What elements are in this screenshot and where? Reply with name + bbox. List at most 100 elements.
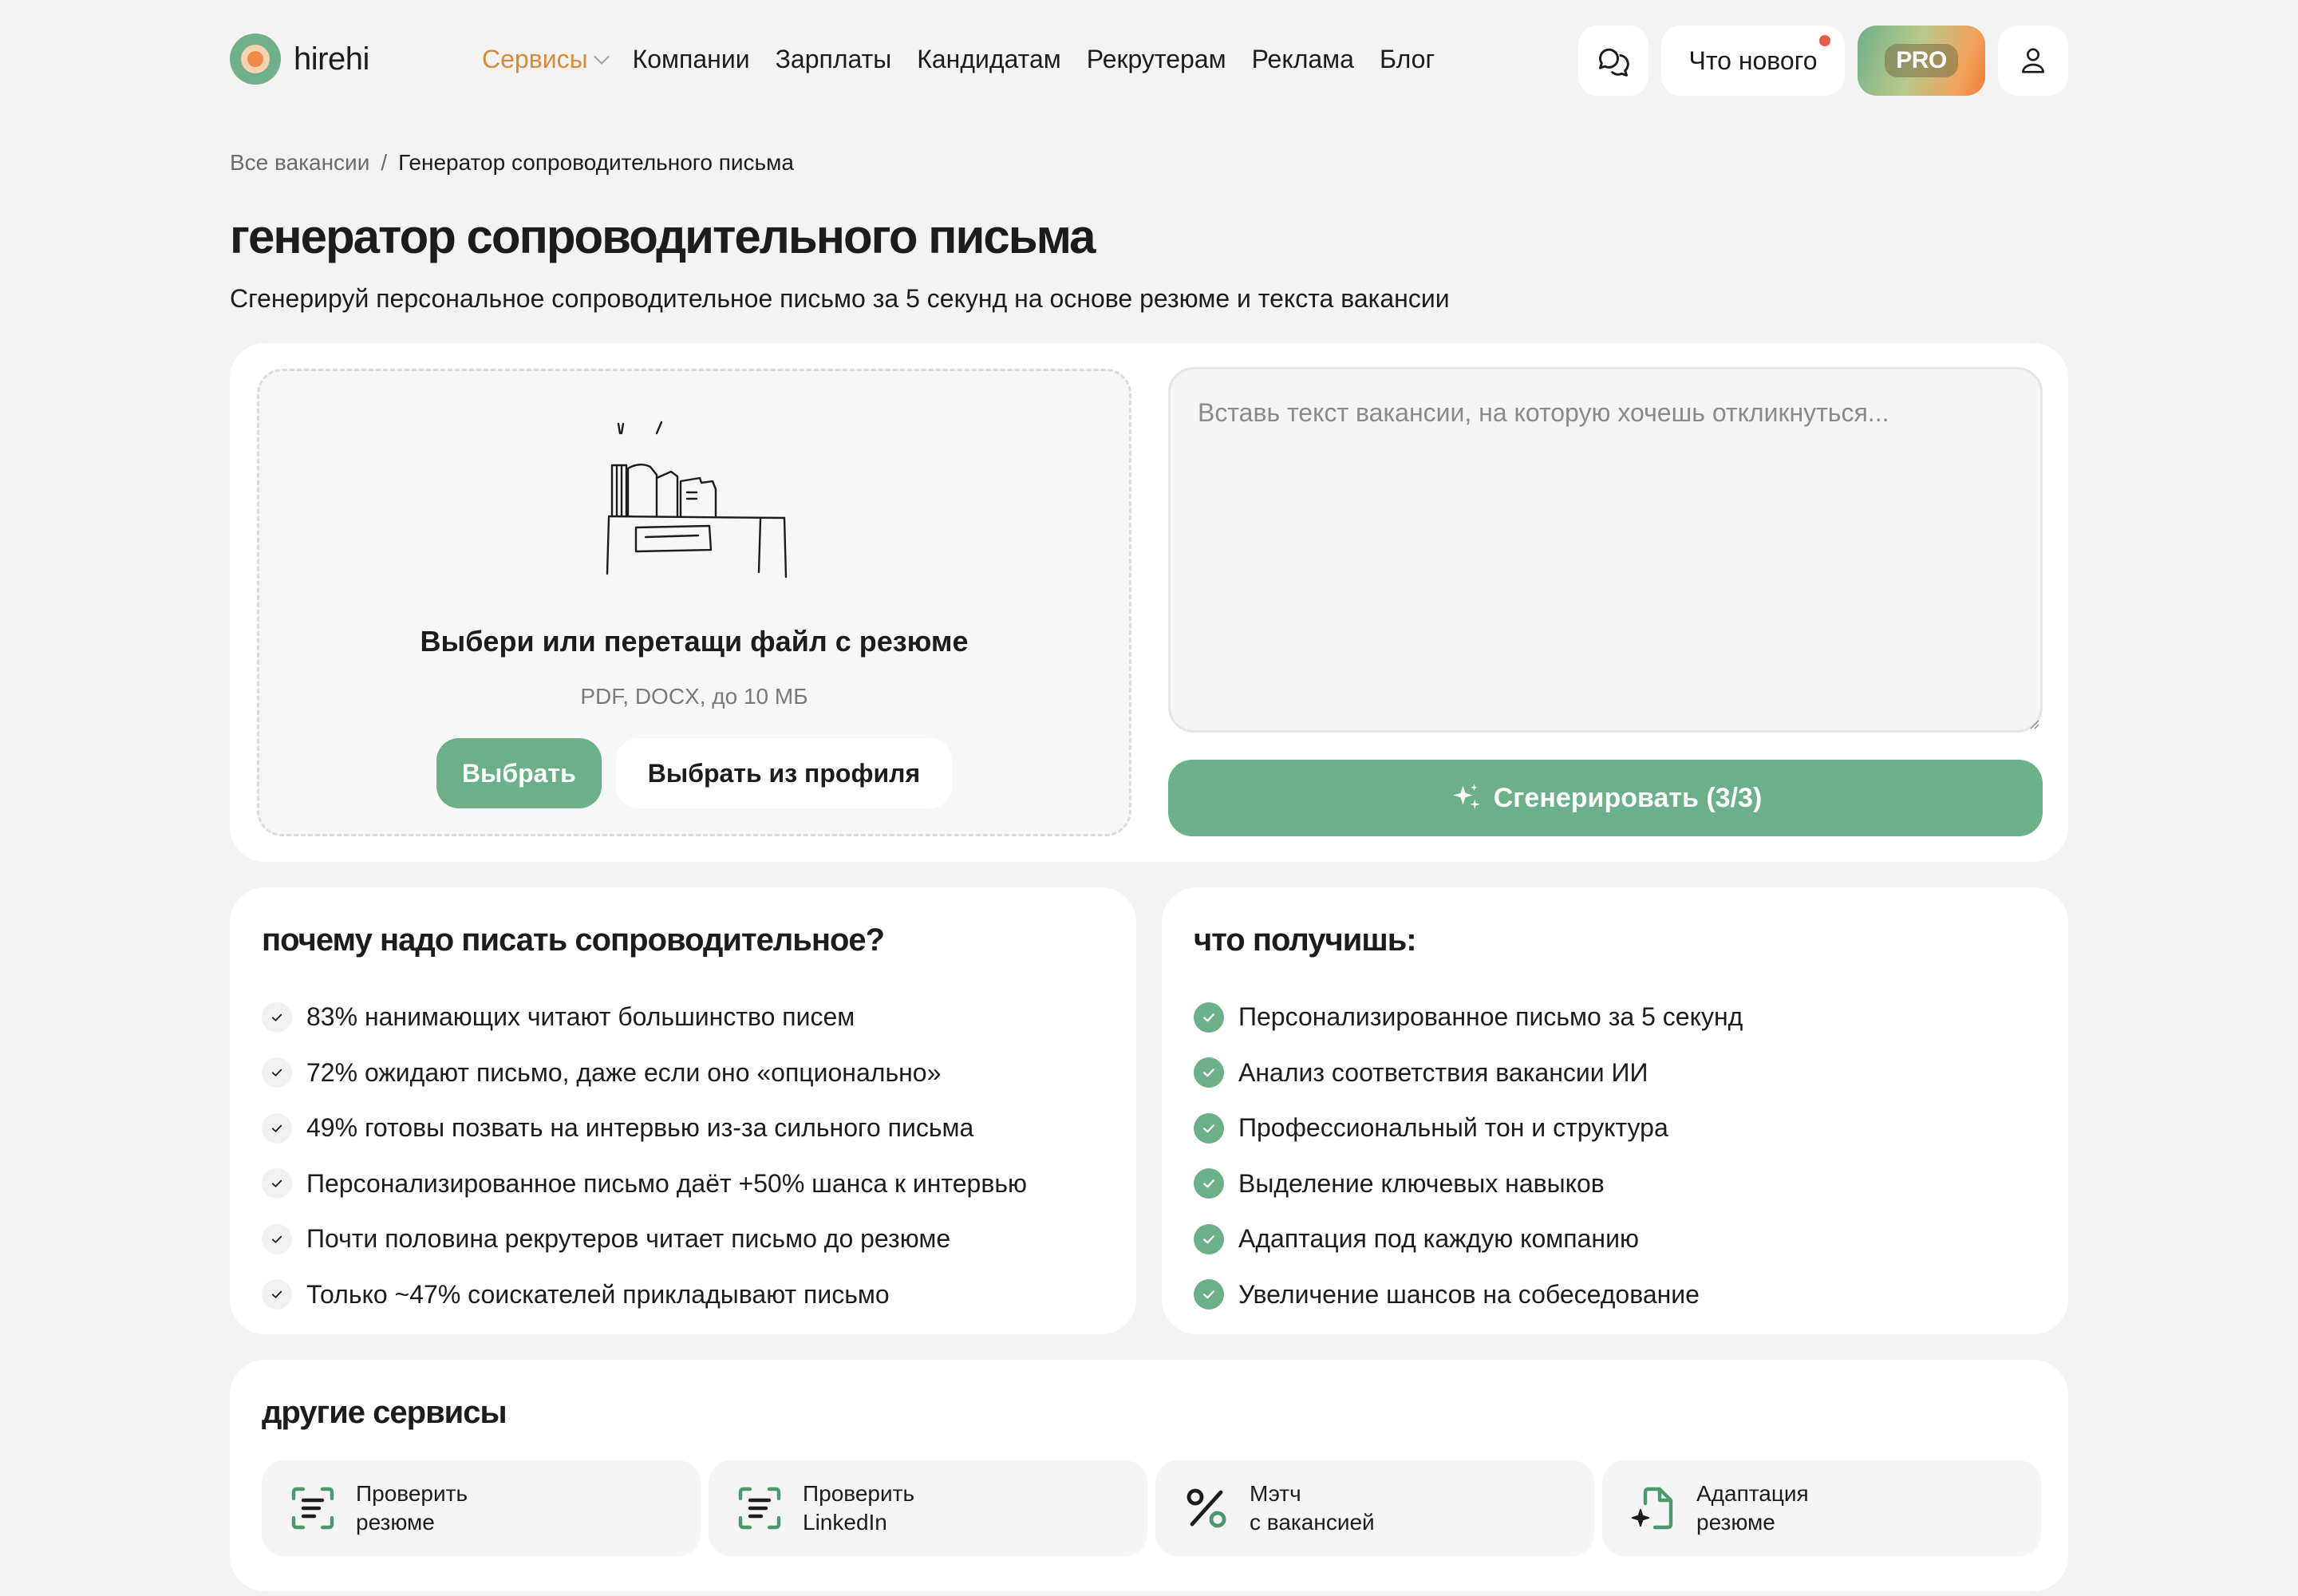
list-item-text: Только ~47% соискателей прикладывают пис… [306,1279,890,1309]
list-item: Персонализированное письмо за 5 секунд [1194,990,1743,1045]
check-circle-icon [1194,1168,1224,1199]
page-title: генератор сопроводительного письма [230,210,1096,263]
list-item: Адаптация под каждую компанию [1194,1211,1743,1267]
user-icon [2022,48,2044,73]
check-icon [262,1112,292,1144]
service-label-line1: Проверить [803,1481,915,1506]
vacancy-text-input[interactable] [1168,367,2043,733]
other-services-title: другие сервисы [262,1395,507,1430]
why-card: почему надо писать сопроводительное? 83%… [230,887,1136,1334]
resize-handle-icon[interactable] [2028,718,2039,729]
service-label-line2: резюме [1696,1510,1775,1535]
service-label: Адаптация резюме [1696,1479,1809,1537]
list-item: Анализ соответствия вакансии ИИ [1194,1045,1743,1101]
resume-dropzone[interactable]: Выбери или перетащи файл с резюме PDF, D… [257,369,1131,836]
pro-label: PRO [1885,44,1958,77]
service-vacancy-match[interactable]: Мэтч с вакансией [1155,1460,1594,1556]
pro-button[interactable]: PRO [1858,26,1985,96]
check-icon [262,1001,292,1033]
desk-illustration-icon [606,421,788,579]
service-label-line2: с вакансией [1250,1510,1375,1535]
list-item: 83% нанимающих читают большинство писем [262,990,1027,1045]
service-label: Проверить LinkedIn [803,1479,914,1537]
service-resume-adaptation[interactable]: Адаптация резюме [1602,1460,2041,1556]
service-label: Мэтч с вакансией [1250,1479,1375,1537]
logo-text: hirehi [294,41,369,77]
profile-button[interactable] [1998,26,2068,96]
benefits-card: что получишь: Персонализированное письмо… [1162,887,2068,1334]
dropzone-actions: Выбрать Выбрать из профиля [259,738,1129,808]
why-title: почему надо писать сопроводительное? [262,922,885,958]
list-item-text: Почти половина рекрутеров читает письмо … [306,1224,951,1254]
choose-file-button[interactable]: Выбрать [436,738,602,808]
list-item: Выделение ключевых навыков [1194,1156,1743,1212]
list-item-text: Профессиональный тон и структура [1238,1113,1668,1143]
service-label-line2: LinkedIn [803,1510,887,1535]
generate-button-label: Сгенерировать (3/3) [1493,782,1763,813]
resume-scan-icon [291,1487,334,1530]
service-label-line1: Адаптация [1696,1481,1809,1506]
list-item: Персонализированное письмо даёт +50% шан… [262,1156,1027,1212]
check-icon [262,1168,292,1199]
check-circle-icon [1194,1001,1224,1033]
nav-services-label: Сервисы [482,45,588,73]
list-item: Почти половина рекрутеров читает письмо … [262,1211,1027,1267]
service-check-linkedin[interactable]: Проверить LinkedIn [709,1460,1147,1556]
list-item-text: 72% ожидают письмо, даже если оно «опцио… [306,1057,942,1087]
benefits-title: что получишь: [1194,922,1417,958]
whats-new-button[interactable]: Что нового [1661,26,1845,96]
list-item: 72% ожидают письмо, даже если оно «опцио… [262,1045,1027,1101]
linkedin-scan-icon [738,1487,781,1530]
sparkles-icon [1452,784,1480,809]
why-list: 83% нанимающих читают большинство писем … [262,990,1027,1322]
main-nav: Сервисы Компании Зарплаты Кандидатам Рек… [482,45,1435,74]
breadcrumb-current: Генератор сопроводительного письма [398,150,794,175]
nav-candidates[interactable]: Кандидатам [917,45,1061,74]
check-circle-icon [1194,1279,1224,1310]
list-item-text: 83% нанимающих читают большинство писем [306,1002,855,1032]
list-item: Только ~47% соискателей прикладывают пис… [262,1267,1027,1323]
chat-button[interactable] [1578,26,1648,96]
service-label-line1: Мэтч [1250,1481,1301,1506]
list-item-text: Персонализированное письмо за 5 секунд [1238,1002,1743,1032]
site-header: hirehi Сервисы Компании Зарплаты Кандида… [230,26,2068,96]
nav-blog[interactable]: Блог [1380,45,1435,74]
other-services-list: Проверить резюме Проверить LinkedIn Мэтч… [262,1460,2041,1556]
benefits-list: Персонализированное письмо за 5 секунд А… [1194,990,1743,1322]
logo-icon [230,34,281,85]
breadcrumb-separator: / [381,150,388,175]
nav-ads[interactable]: Реклама [1252,45,1354,74]
nav-services[interactable]: Сервисы [482,45,610,74]
check-circle-icon [1194,1223,1224,1254]
percent-icon [1187,1488,1226,1528]
logo[interactable]: hirehi [230,34,369,85]
choose-from-profile-button[interactable]: Выбрать из профиля [615,738,953,808]
generate-button[interactable]: Сгенерировать (3/3) [1168,760,2043,836]
breadcrumb-all-vacancies[interactable]: Все вакансии [230,150,369,176]
check-circle-icon [1194,1112,1224,1144]
nav-salaries[interactable]: Зарплаты [776,45,892,74]
list-item: Профессиональный тон и структура [1194,1100,1743,1156]
breadcrumb: Все вакансии / Генератор сопроводительно… [230,150,794,176]
service-label-line2: резюме [356,1510,435,1535]
check-circle-icon [1194,1057,1224,1088]
dropzone-hint: PDF, DOCX, до 10 МБ [580,684,808,709]
service-label: Проверить резюме [356,1479,468,1537]
page-subtitle: Сгенерируй персональное сопроводительное… [230,284,1450,313]
service-check-resume[interactable]: Проверить резюме [262,1460,701,1556]
check-icon [262,1223,292,1254]
nav-companies[interactable]: Компании [633,45,750,74]
list-item-text: Увеличение шансов на собеседование [1238,1279,1700,1309]
other-services-card: другие сервисы Проверить резюме Проверит… [230,1360,2068,1591]
dropzone-title: Выбери или перетащи файл с резюме [420,625,969,658]
list-item: 49% готовы позвать на интервью из-за сил… [262,1100,1027,1156]
chevron-down-icon [593,48,610,65]
check-icon [262,1279,292,1310]
service-label-line1: Проверить [356,1481,468,1506]
list-item-text: Персонализированное письмо даёт +50% шан… [306,1168,1027,1198]
whats-new-label: Что нового [1688,45,1818,75]
list-item-text: Адаптация под каждую компанию [1238,1224,1639,1254]
notification-dot [1819,35,1830,46]
list-item-text: Анализ соответствия вакансии ИИ [1238,1057,1648,1087]
nav-recruiters[interactable]: Рекрутерам [1087,45,1226,74]
